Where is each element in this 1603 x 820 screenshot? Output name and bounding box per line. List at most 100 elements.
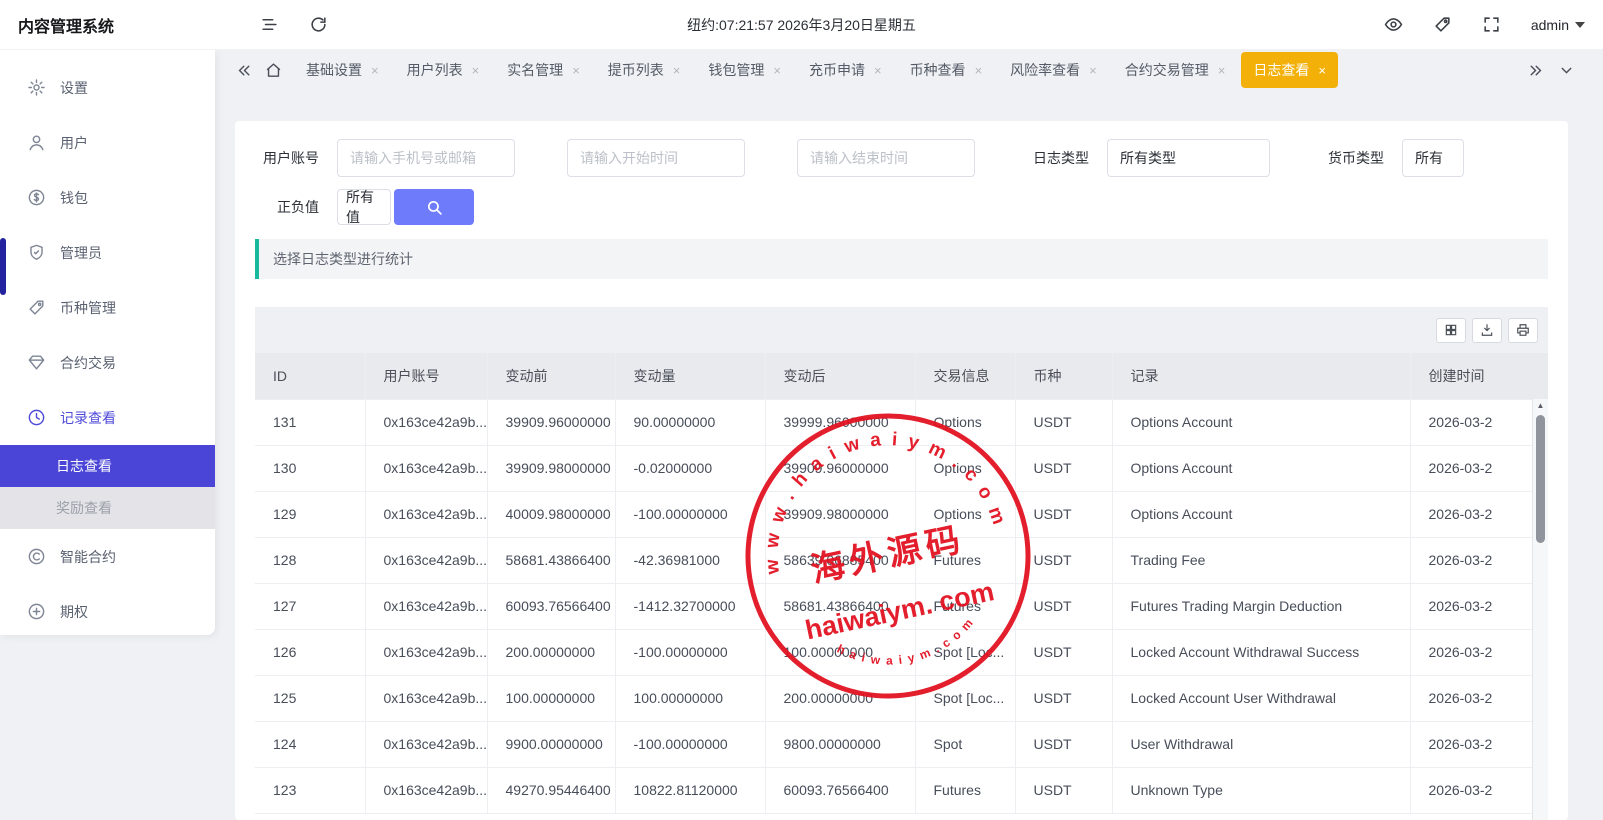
sidebar-item-7[interactable]: 智能合约 xyxy=(0,529,215,584)
tab-0[interactable]: 基础设置× xyxy=(294,52,391,88)
sidebar-item-2[interactable]: 钱包 xyxy=(0,170,215,225)
sidebar-subitem-6-1[interactable]: 奖励查看 xyxy=(0,487,215,529)
sign-select[interactable]: 所有值 xyxy=(337,189,391,225)
account-input[interactable] xyxy=(337,139,515,177)
preview-icon[interactable] xyxy=(1384,15,1403,34)
sidebar-item-4[interactable]: 币种管理 xyxy=(0,280,215,335)
sidebar: 设置用户钱包管理员币种管理合约交易记录查看日志查看奖励查看智能合约期权 xyxy=(0,50,215,635)
table-cell: 0x163ce42a9b... xyxy=(365,583,487,629)
tab-bar: 基础设置×用户列表×实名管理×提币列表×钱包管理×充币申请×币种查看×风险率查看… xyxy=(222,50,1603,90)
sidebar-item-3[interactable]: 管理员 xyxy=(0,225,215,280)
table-cell: 39909.98000000 xyxy=(765,491,915,537)
table-scrollbar[interactable]: ▲ xyxy=(1532,399,1548,820)
table-cell: 2026-03-2 xyxy=(1410,583,1548,629)
table-cell: 0x163ce42a9b... xyxy=(365,445,487,491)
table-cell: 9900.00000000 xyxy=(487,721,615,767)
table-cell: USDT xyxy=(1015,491,1112,537)
tab-close-icon[interactable]: × xyxy=(1318,64,1326,77)
table-header-row: ID用户账号变动前变动量变动后交易信息币种记录创建时间 xyxy=(255,353,1548,399)
account-label: 用户账号 xyxy=(255,148,319,168)
export-icon[interactable] xyxy=(1472,318,1502,343)
sidebar-item-label: 管理员 xyxy=(60,243,102,263)
tab-close-icon[interactable]: × xyxy=(1218,64,1226,77)
table-cell: 200.00000000 xyxy=(487,629,615,675)
tab-7[interactable]: 风险率查看 × xyxy=(998,52,1109,88)
scrollbar-thumb[interactable] xyxy=(1536,415,1545,543)
tab-close-icon[interactable]: × xyxy=(1089,64,1097,77)
table-cell: Futures xyxy=(915,537,1015,583)
log-type-select[interactable]: 所有类型 xyxy=(1107,139,1270,177)
table-cell: Options xyxy=(915,491,1015,537)
tab-close-icon[interactable]: × xyxy=(874,64,882,77)
tag-icon[interactable] xyxy=(1433,15,1452,34)
table-cell: 130 xyxy=(255,445,365,491)
content-panel: 用户账号 日志类型 所有类型 货币类型 所有 正负值 所有值 选择日志类型进行统… xyxy=(235,121,1568,820)
fullscreen-icon[interactable] xyxy=(1482,15,1501,34)
currency-type-select[interactable]: 所有 xyxy=(1402,139,1464,177)
open-tabs: 基础设置×用户列表×实名管理×提币列表×钱包管理×充币申请×币种查看×风险率查看… xyxy=(294,52,1519,88)
search-icon xyxy=(426,199,443,216)
home-icon[interactable] xyxy=(265,62,282,79)
column-header: 变动量 xyxy=(615,353,765,399)
table-row: 1230x163ce42a9b...49270.9544640010822.81… xyxy=(255,767,1548,813)
table-cell: 125 xyxy=(255,675,365,721)
table-cell: 0x163ce42a9b... xyxy=(365,675,487,721)
table-cell: USDT xyxy=(1015,767,1112,813)
columns-icon[interactable] xyxy=(1436,318,1466,343)
tag-icon xyxy=(26,298,46,318)
tab-label: 合约交易管理 xyxy=(1125,60,1209,80)
tab-2[interactable]: 实名管理× xyxy=(495,52,592,88)
tab-3[interactable]: 提币列表 × xyxy=(596,52,693,88)
column-header: 交易信息 xyxy=(915,353,1015,399)
sidebar-item-label: 用户 xyxy=(60,133,88,153)
refresh-icon[interactable] xyxy=(309,15,328,34)
tab-close-icon[interactable]: × xyxy=(773,64,781,77)
tabs-scroll-left-icon[interactable] xyxy=(236,62,253,79)
sidebar-item-5[interactable]: 合约交易 xyxy=(0,335,215,390)
table-cell: 0x163ce42a9b... xyxy=(365,491,487,537)
tab-5[interactable]: 充币申请× xyxy=(797,52,894,88)
gear-icon xyxy=(26,78,46,98)
table-cell: 131 xyxy=(255,399,365,445)
user-icon xyxy=(26,133,46,153)
user-menu[interactable]: admin xyxy=(1531,17,1585,33)
search-button[interactable] xyxy=(394,189,474,225)
sidebar-item-0[interactable]: 设置 xyxy=(0,60,215,115)
tab-8[interactable]: 合约交易管理 × xyxy=(1113,52,1238,88)
sidebar-item-1[interactable]: 用户 xyxy=(0,115,215,170)
collapse-menu-icon[interactable] xyxy=(260,15,279,34)
sidebar-item-8[interactable]: 期权 xyxy=(0,584,215,639)
table-cell: 0x163ce42a9b... xyxy=(365,537,487,583)
tab-label: 风险率查看 xyxy=(1010,60,1080,80)
scroll-up-icon[interactable]: ▲ xyxy=(1533,399,1548,413)
tab-close-icon[interactable]: × xyxy=(975,64,983,77)
tab-6[interactable]: 币种查看× xyxy=(898,52,995,88)
sidebar-item-6[interactable]: 记录查看 xyxy=(0,390,215,445)
tab-9[interactable]: 日志查看 × xyxy=(1241,52,1338,88)
tab-close-icon[interactable]: × xyxy=(673,64,681,77)
sidebar-subitem-6-0[interactable]: 日志查看 xyxy=(0,445,215,487)
tabs-menu-icon[interactable] xyxy=(1558,62,1575,79)
sidebar-item-label: 设置 xyxy=(60,78,88,98)
shield-icon xyxy=(26,243,46,263)
tab-close-icon[interactable]: × xyxy=(371,64,379,77)
start-time-input[interactable] xyxy=(567,139,745,177)
table-cell: 0x163ce42a9b... xyxy=(365,721,487,767)
print-icon[interactable] xyxy=(1508,318,1538,343)
table-cell: 2026-03-2 xyxy=(1410,537,1548,583)
tab-4[interactable]: 钱包管理× xyxy=(696,52,793,88)
table-row: 1250x163ce42a9b...100.00000000100.000000… xyxy=(255,675,1548,721)
end-time-input[interactable] xyxy=(797,139,975,177)
table-cell: 49270.95446400 xyxy=(487,767,615,813)
tab-label: 日志查看 xyxy=(1253,60,1309,80)
tab-1[interactable]: 用户列表× xyxy=(395,52,492,88)
tabbar-right-controls xyxy=(1527,62,1589,79)
tabs-scroll-right-icon[interactable] xyxy=(1527,62,1544,79)
tab-close-icon[interactable]: × xyxy=(472,64,480,77)
column-header: 用户账号 xyxy=(365,353,487,399)
table-cell: -1412.32700000 xyxy=(615,583,765,629)
tab-close-icon[interactable]: × xyxy=(572,64,580,77)
table-cell: 128 xyxy=(255,537,365,583)
table-cell: Options xyxy=(915,399,1015,445)
tab-label: 提币列表 xyxy=(608,60,664,80)
